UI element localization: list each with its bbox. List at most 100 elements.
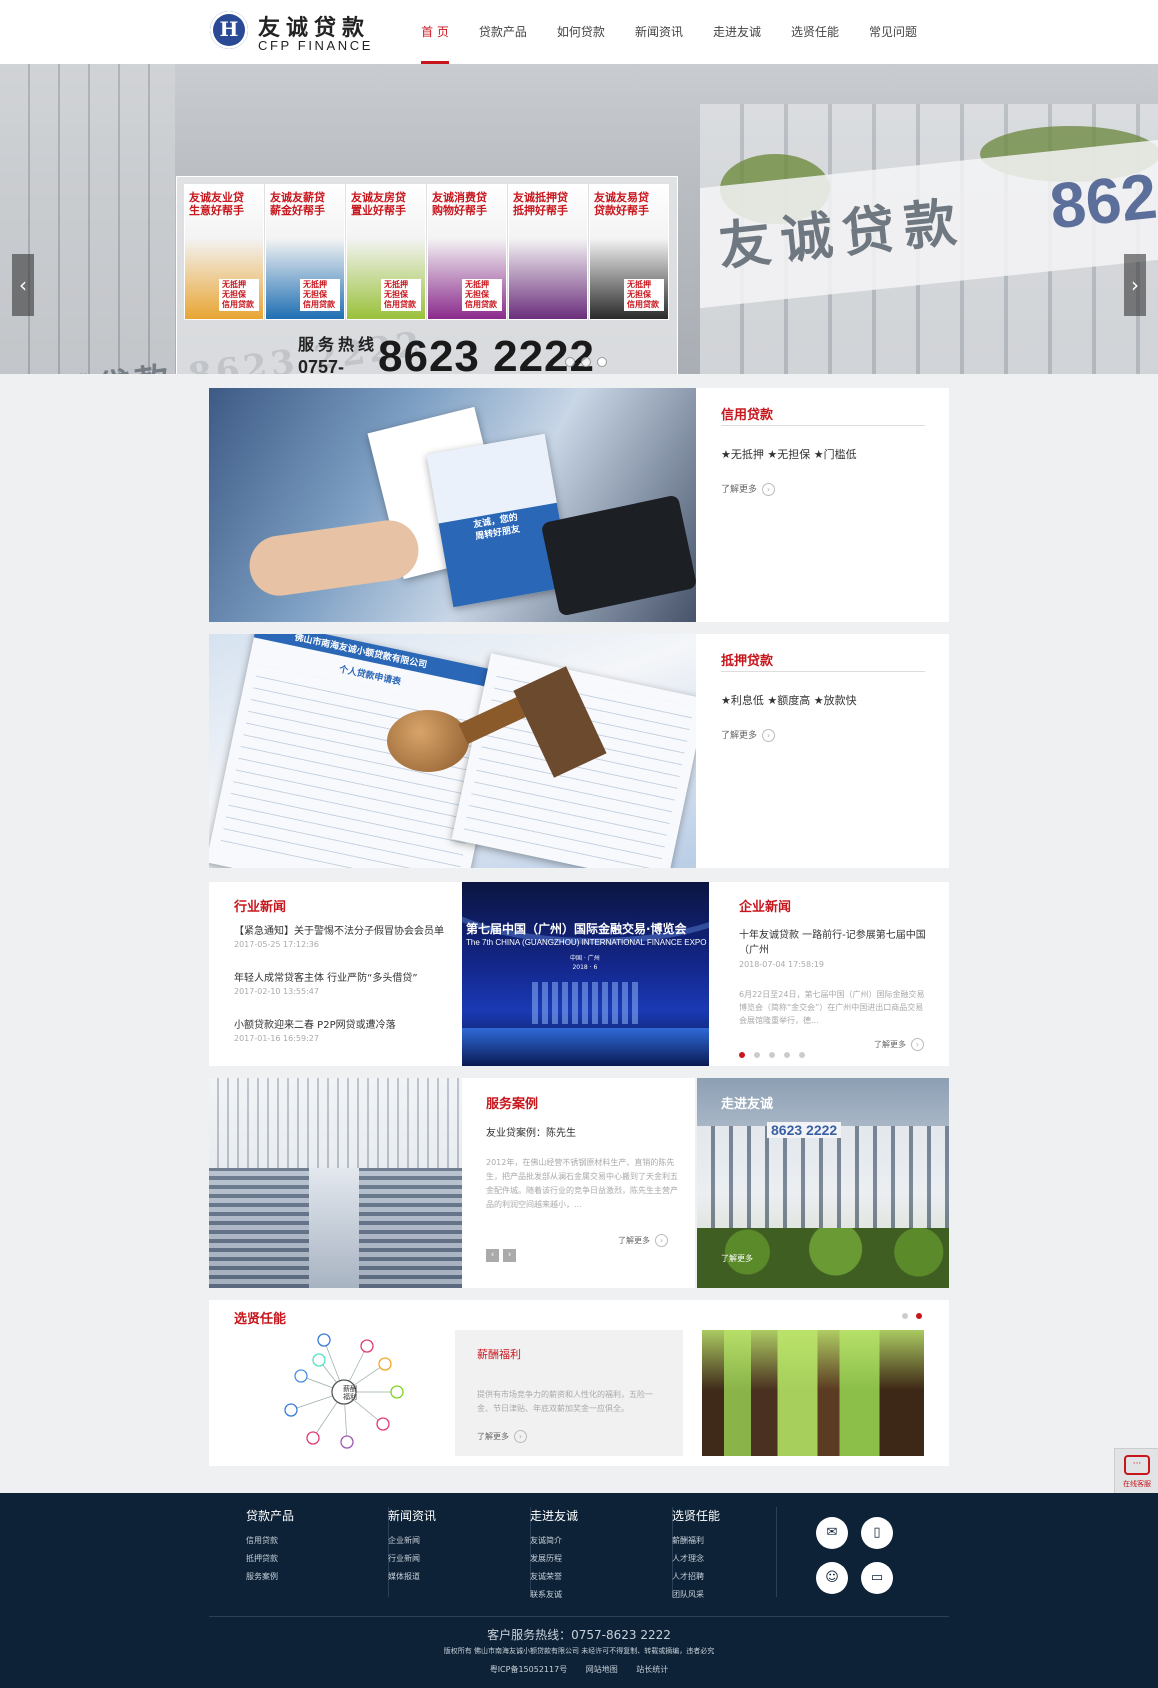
- expo-image[interactable]: 第七届中国（广州）国际金融交易·博览会 The 7th CHINA (GUANG…: [462, 882, 709, 1066]
- banner-dot-active[interactable]: [597, 357, 607, 367]
- nav-careers[interactable]: 选贤任能: [776, 0, 854, 64]
- more-label: 了解更多: [618, 1236, 650, 1245]
- banner-building-number: 862: [1046, 159, 1158, 243]
- loan-poster[interactable]: 友诚友薪贷 薪金好帮手 无抵押 无担保 信用贷款: [265, 184, 345, 320]
- footer-col-title[interactable]: 选贤任能: [672, 1507, 776, 1524]
- poster-tag: 无抵押 无担保 信用贷款: [462, 279, 502, 311]
- banner-next-arrow[interactable]: ›: [1124, 254, 1146, 316]
- footer-link[interactable]: 团队风采: [672, 1586, 776, 1604]
- pagination-dot[interactable]: [784, 1052, 790, 1058]
- footer-link[interactable]: 信用贷款: [246, 1532, 388, 1550]
- footer-link[interactable]: 薪酬福利: [672, 1532, 776, 1550]
- about-panel[interactable]: 8623 2222 走进友诚 了解更多: [697, 1078, 949, 1288]
- about-title[interactable]: 走进友诚: [721, 1093, 773, 1112]
- footer-link[interactable]: 抵押贷款: [246, 1550, 388, 1568]
- poster-tag: 无抵押 无担保 信用贷款: [381, 279, 421, 311]
- company-news-title[interactable]: 企业新闻: [739, 896, 791, 915]
- company-news-more-link[interactable]: 了解更多 ›: [874, 1038, 924, 1051]
- news-item-link[interactable]: 小额贷款迎来二春 P2P网贷或遭冷落: [234, 1016, 456, 1031]
- pagination-dot-active[interactable]: [916, 1313, 922, 1319]
- company-news-headline[interactable]: 十年友诚贷款 一路前行-记参展第七届中国（广州: [739, 928, 929, 958]
- forest-image: [702, 1330, 924, 1456]
- banner-dot[interactable]: [565, 357, 575, 367]
- footer-col-news: 新闻资讯 企业新闻 行业新闻 媒体报道: [388, 1507, 531, 1597]
- pagination-dot[interactable]: [799, 1052, 805, 1058]
- footer-link[interactable]: 媒体报道: [388, 1568, 530, 1586]
- pagination-dot[interactable]: [769, 1052, 775, 1058]
- footer-col-title[interactable]: 新闻资讯: [388, 1507, 530, 1524]
- wechat-icon[interactable]: ✉: [816, 1517, 848, 1549]
- nav-home[interactable]: 首 页: [406, 0, 464, 64]
- nav-news[interactable]: 新闻资讯: [620, 0, 698, 64]
- chat-icon: ···: [1124, 1455, 1150, 1475]
- benefit-title[interactable]: 薪酬福利: [477, 1346, 521, 1362]
- nav-faq[interactable]: 常见问题: [854, 0, 932, 64]
- benefit-more-link[interactable]: 了解更多 ›: [477, 1430, 527, 1443]
- stats-link[interactable]: 站长统计: [636, 1665, 668, 1674]
- monitor-icon[interactable]: ▭: [861, 1562, 893, 1594]
- news-item-link[interactable]: 【紧急通知】关于警惕不法分子假冒协会会员单: [234, 922, 456, 937]
- logo-text-en[interactable]: CFP FINANCE: [258, 38, 373, 53]
- hotline-label: 服务热线: [298, 335, 379, 354]
- news-item-link[interactable]: 年轻人成常贷客主体 行业严防“多头借贷”: [234, 969, 456, 984]
- pagination-dot-active[interactable]: [739, 1052, 745, 1058]
- footer-col-title[interactable]: 走进友诚: [530, 1507, 672, 1524]
- nav-loan-products[interactable]: 贷款产品: [464, 0, 542, 64]
- mortgage-loan-title[interactable]: 抵押贷款: [721, 650, 773, 669]
- hotline-area-code: 0757-: [298, 357, 345, 374]
- credit-loan-title[interactable]: 信用贷款: [721, 404, 773, 423]
- case-next-button[interactable]: ›: [503, 1249, 516, 1262]
- industry-news-title[interactable]: 行业新闻: [234, 896, 286, 915]
- online-service-button[interactable]: ··· 在线客服: [1114, 1448, 1158, 1494]
- warehouse-image[interactable]: [209, 1078, 462, 1288]
- footer-link[interactable]: 企业新闻: [388, 1532, 530, 1550]
- qq-icon[interactable]: ☺: [816, 1562, 848, 1594]
- chevron-right-icon: ›: [911, 1038, 924, 1051]
- pagination-dot[interactable]: [754, 1052, 760, 1058]
- footer-link[interactable]: 联系友诚: [530, 1586, 672, 1604]
- footer-link[interactable]: 友诚简介: [530, 1532, 672, 1550]
- service-case-more-link[interactable]: 了解更多 ›: [618, 1234, 668, 1247]
- online-service-label: 在线客服: [1123, 1480, 1151, 1488]
- logo-icon[interactable]: [210, 11, 248, 49]
- service-case-subtitle[interactable]: 友业贷案例：陈先生: [486, 1124, 576, 1139]
- mortgage-loan-more-link[interactable]: 了解更多 ›: [721, 728, 776, 742]
- footer-link[interactable]: 发展历程: [530, 1550, 672, 1568]
- footer-link[interactable]: 人才招聘: [672, 1568, 776, 1586]
- banner-prev-arrow[interactable]: ‹: [12, 254, 34, 316]
- industry-news-panel: 行业新闻 【紧急通知】关于警惕不法分子假冒协会会员单 2017-05-25 17…: [209, 882, 462, 1066]
- icp-link[interactable]: 粤ICP备15052117号: [490, 1665, 568, 1674]
- loan-poster[interactable]: 友诚消费贷 购物好帮手无抵押 无担保 信用贷款: [427, 184, 507, 320]
- service-case-title[interactable]: 服务案例: [486, 1093, 538, 1112]
- warehouse-aisle: [309, 1168, 359, 1288]
- more-label: 了解更多: [721, 485, 758, 495]
- site-header: 友诚贷款 CFP FINANCE 首 页 贷款产品 如何贷款 新闻资讯 走进友诚…: [0, 0, 1158, 64]
- talent-title[interactable]: 选贤任能: [234, 1308, 286, 1327]
- mobile-icon[interactable]: ▯: [861, 1517, 893, 1549]
- credit-loan-more-link[interactable]: 了解更多 ›: [721, 482, 776, 496]
- expo-title-cn: 第七届中国（广州）国际金融交易·博览会: [466, 922, 687, 936]
- poster-title: 友诚消费贷 购物好帮手: [432, 191, 487, 217]
- loan-poster[interactable]: 友诚友房贷 置业好帮手 无抵押 无担保 信用贷款: [346, 184, 426, 320]
- footer-link[interactable]: 服务案例: [246, 1568, 388, 1586]
- loan-poster[interactable]: 友诚友易贷 贷款好帮手 无抵押 无担保 信用贷款: [589, 184, 669, 320]
- footer-col-about: 走进友诚 友诚简介 发展历程 友诚荣誉 联系友诚: [530, 1507, 673, 1599]
- case-prev-button[interactable]: ‹: [486, 1249, 499, 1262]
- loan-poster[interactable]: 友诚友业贷 生意好帮手 无抵押 无担保 信用贷款: [184, 184, 264, 320]
- nav-about[interactable]: 走进友诚: [698, 0, 776, 64]
- loan-poster[interactable]: 友诚抵押贷 抵押好帮手: [508, 184, 588, 320]
- footer-col-title[interactable]: 贷款产品: [246, 1507, 388, 1524]
- sitemap-link[interactable]: 网站地图: [586, 1665, 618, 1674]
- banner-dot[interactable]: [581, 357, 591, 367]
- nav-how-to-loan[interactable]: 如何贷款: [542, 0, 620, 64]
- benefit-desc: 提供有市场竞争力的薪资和人性化的福利，五险一金、节日津贴、年底双薪加奖金一应俱全…: [477, 1390, 653, 1413]
- expo-title-en: The 7th CHINA (GUANGZHOU) INTERNATIONAL …: [466, 938, 707, 947]
- about-more-link[interactable]: 了解更多: [721, 1253, 753, 1264]
- footer-link[interactable]: 行业新闻: [388, 1550, 530, 1568]
- footer-link[interactable]: 友诚荣誉: [530, 1568, 672, 1586]
- credit-loan-image[interactable]: 友诚，您的 周转好朋友: [209, 388, 696, 622]
- mortgage-loan-image[interactable]: 佛山市南海友诚小额贷款有限公司 个人贷款申请表: [209, 634, 696, 868]
- pagination-dot[interactable]: [902, 1313, 908, 1319]
- about-building-sign: 8623 2222: [767, 1122, 842, 1138]
- footer-link[interactable]: 人才理念: [672, 1550, 776, 1568]
